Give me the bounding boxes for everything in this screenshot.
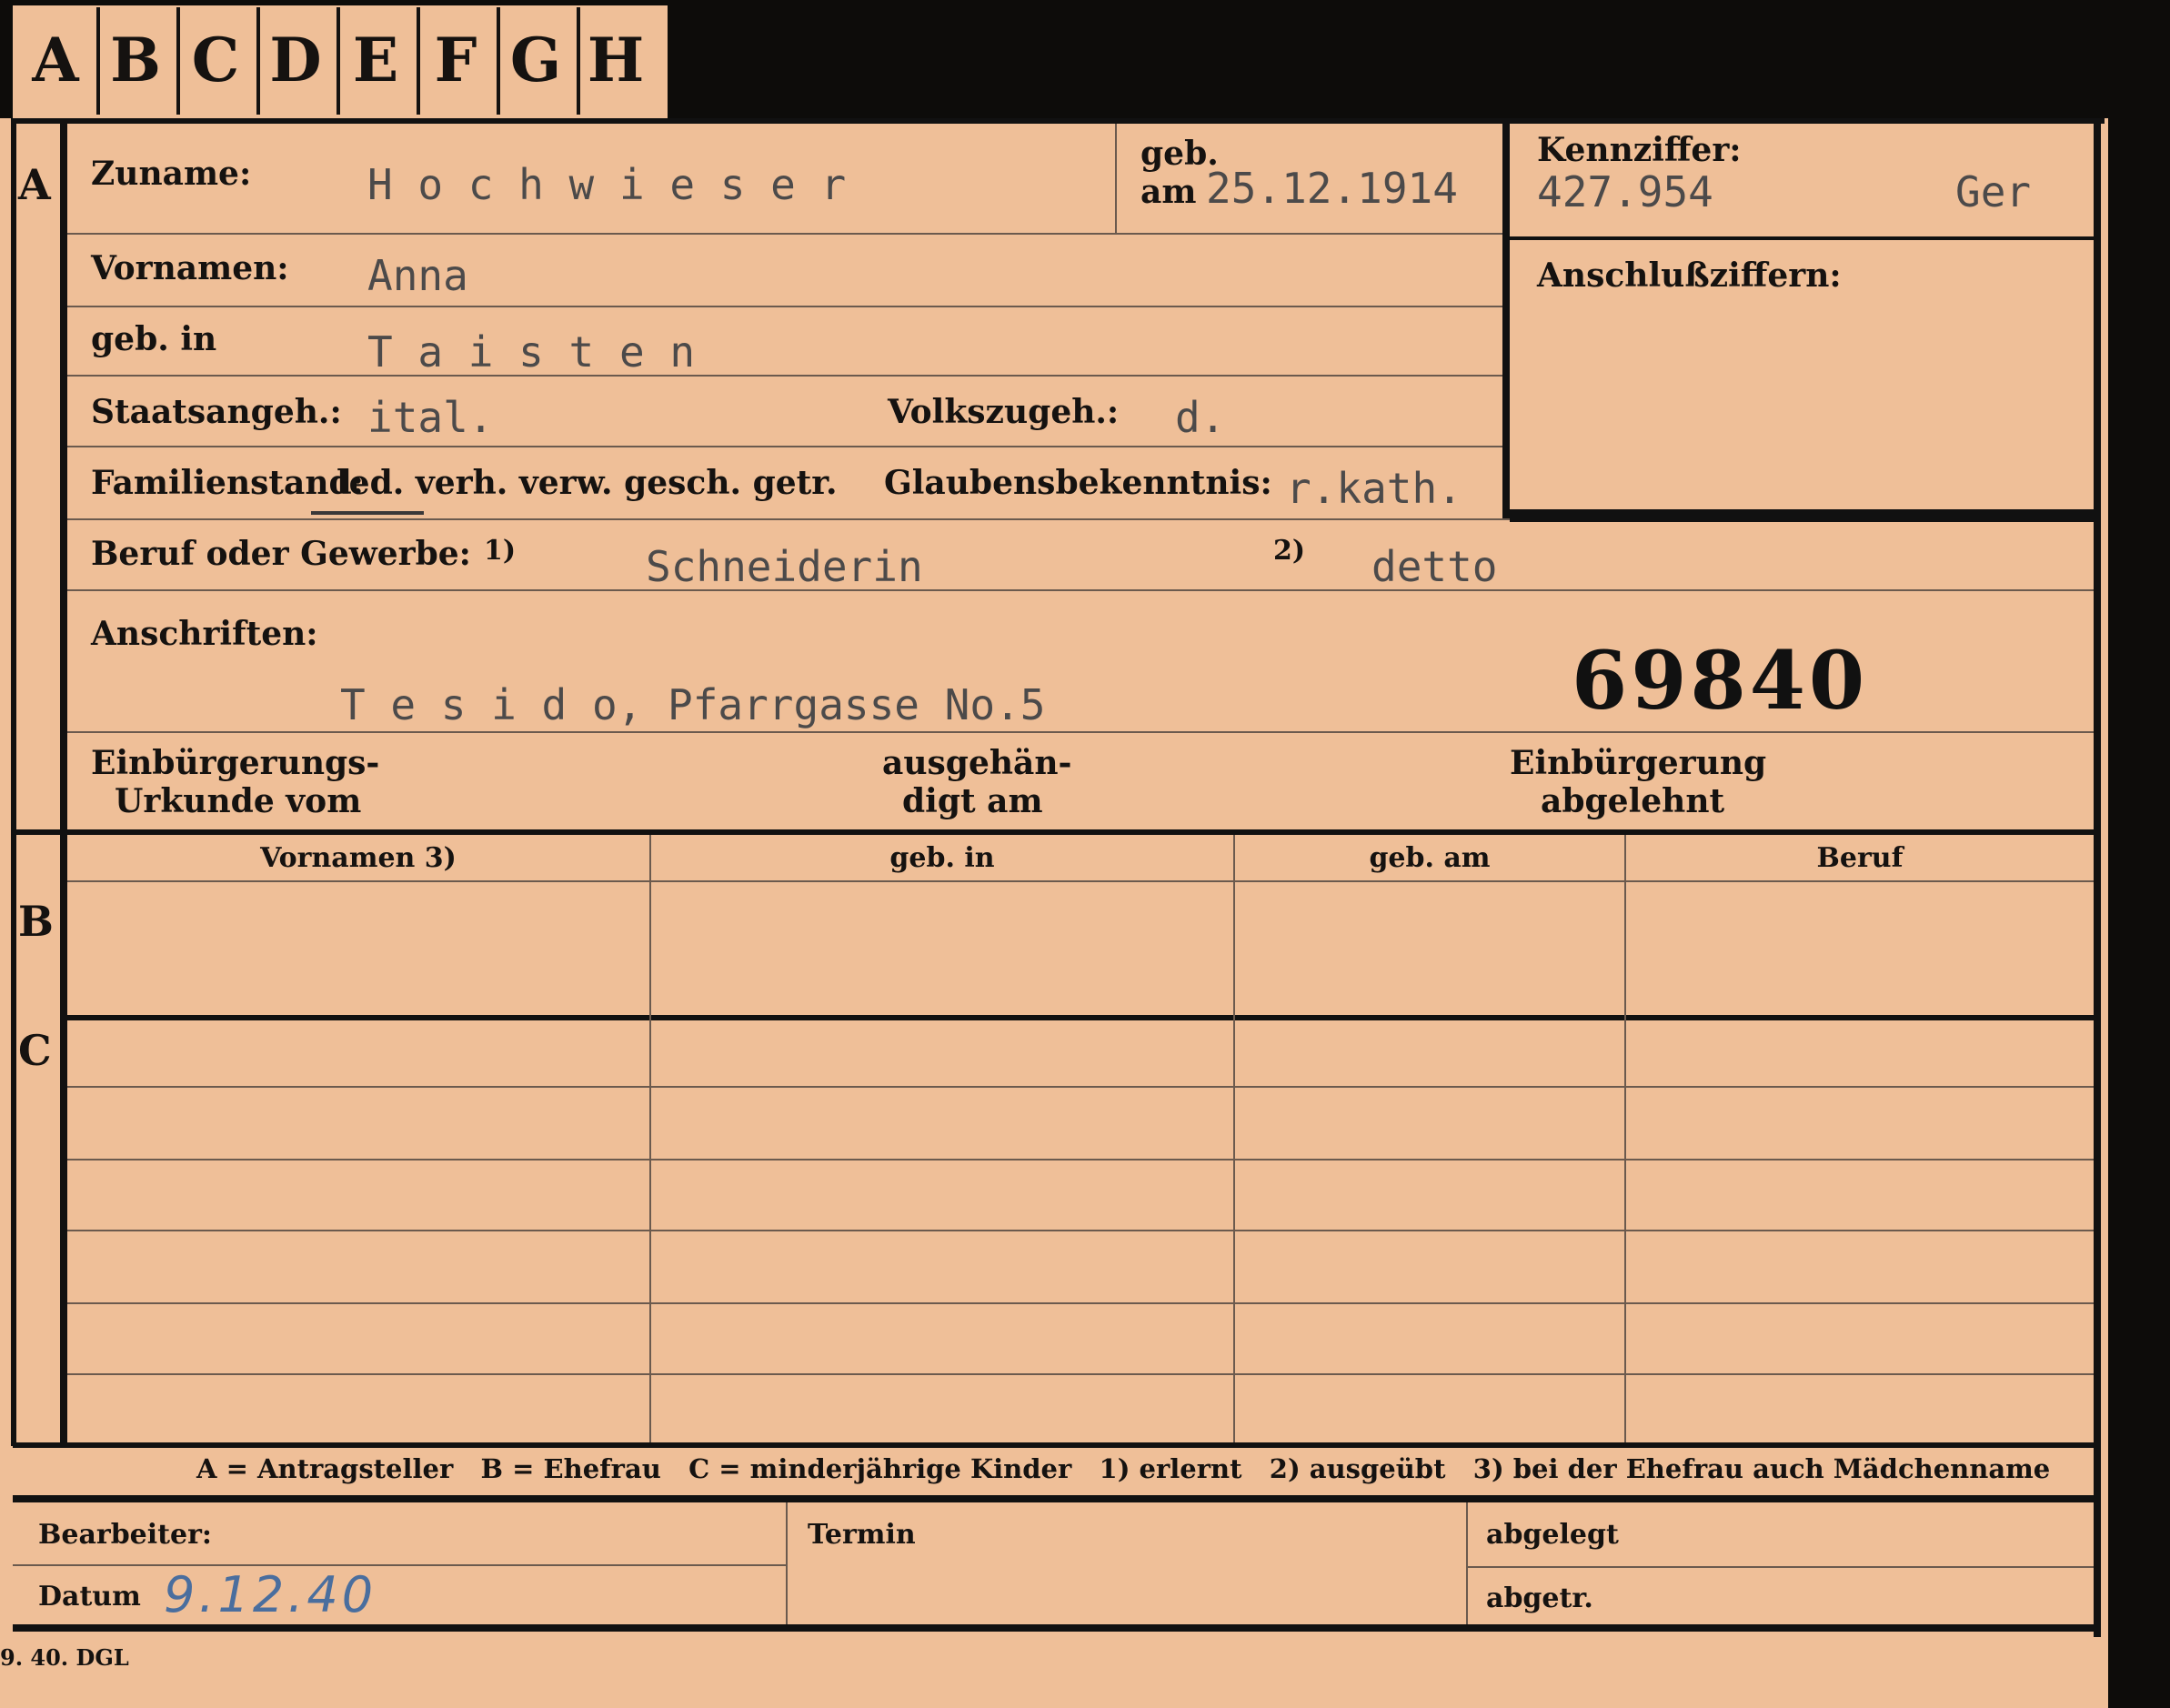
tab-divider <box>497 7 500 115</box>
row-divider <box>67 589 2094 591</box>
termin-label: Termin <box>808 1519 916 1551</box>
vornamen-value: Anna <box>367 251 468 300</box>
volkszugeh-value: d. <box>1175 393 1226 442</box>
beruf-label: Beruf oder Gewerbe: <box>91 535 471 573</box>
abgelegt-label: abgelegt <box>1486 1519 1619 1551</box>
ausgehaendigt-label-line2: digt am <box>902 782 1043 820</box>
geb-in-label: geb. in <box>91 320 217 358</box>
table-header-divider <box>67 880 2094 882</box>
row-divider <box>67 306 1502 307</box>
kennziffer-box-left-rule <box>1502 118 1510 518</box>
einbuergerung-abgelehnt-label-line1: Einbürgerung <box>1510 744 1767 782</box>
table-column-divider <box>1624 835 1626 1442</box>
footer-row-divider <box>13 1564 788 1566</box>
register-tab-d: D <box>269 25 322 95</box>
register-tab-g: G <box>509 25 562 95</box>
row-divider <box>67 233 1502 235</box>
ausgehaendigt-label-line1: ausgehän- <box>882 744 1072 782</box>
register-tab-b: B <box>110 25 161 95</box>
row-divider <box>67 446 1502 447</box>
tab-divider <box>96 7 100 115</box>
staatsangeh-value: ital. <box>367 393 494 442</box>
table-row-line <box>67 1230 2094 1231</box>
kennziffer-box-bottom-rule <box>1510 509 2101 522</box>
kennziffer-label: Kennziffer: <box>1537 131 1742 169</box>
abgetr-label: abgetr. <box>1486 1582 1593 1614</box>
volkszugeh-label: Volkszugeh.: <box>888 393 1120 431</box>
anschriften-label: Anschriften: <box>91 615 318 653</box>
table-row-line <box>67 1373 2094 1375</box>
card-number: 69840 <box>1572 633 1869 728</box>
table-header-beruf: Beruf <box>1816 842 1904 874</box>
einbuergerungs-urkunde-label-line1: Einbürgerungs- <box>91 744 380 782</box>
print-code: 9. 40. DGL <box>0 1644 129 1671</box>
tab-divider <box>256 7 260 115</box>
row-divider <box>67 731 2094 733</box>
tab-divider <box>577 7 580 115</box>
familienstand-selection-underline <box>311 511 424 515</box>
register-tab-e: E <box>352 25 399 95</box>
footer-top-rule <box>13 1495 2101 1502</box>
card-right-rule <box>2094 118 2101 1637</box>
anschlussziffern-label: Anschlußziffern: <box>1537 256 1842 295</box>
tab-divider <box>417 7 420 115</box>
datum-handwritten-value: 9.12.40 <box>164 1566 377 1623</box>
tab-divider <box>176 7 180 115</box>
beruf-ausgeuebt-value: detto <box>1371 542 1498 591</box>
table-header-geb-am: geb. am <box>1369 842 1491 874</box>
section-c-top-rule <box>60 1015 2101 1020</box>
table-header-vornamen: Vornamen 3) <box>260 842 457 874</box>
register-tab-a: A <box>32 25 79 95</box>
kennziffer-divider <box>1510 236 2101 240</box>
kennziffer-value: 427.954 <box>1537 167 1713 216</box>
tab-divider <box>337 7 340 115</box>
table-row-line <box>67 1086 2094 1088</box>
section-c-marker: C <box>18 1026 52 1075</box>
table-column-divider <box>649 835 651 1442</box>
footer-row-divider <box>1468 1566 2094 1568</box>
register-tab-h: H <box>587 25 645 95</box>
row-divider <box>67 375 1502 377</box>
card-left-rule <box>11 118 16 1446</box>
datum-label: Datum <box>38 1581 141 1613</box>
section-b-top-rule <box>13 829 2101 835</box>
legend-text: A = Antragsteller B = Ehefrau C = minder… <box>196 1453 2051 1484</box>
card-top-rule <box>13 118 2105 124</box>
table-row-line <box>67 1302 2094 1304</box>
bearbeiter-label: Bearbeiter: <box>38 1519 212 1551</box>
kennziffer-suffix: Ger <box>1955 167 2032 216</box>
zuname-label: Zuname: <box>91 155 252 193</box>
section-column-rule <box>60 118 67 1446</box>
beruf-erlernt-value: Schneiderin <box>646 542 923 591</box>
table-column-divider <box>1233 835 1235 1442</box>
footer-column-divider <box>1466 1502 1468 1624</box>
footer-column-divider <box>786 1502 788 1624</box>
staatsangeh-label: Staatsangeh.: <box>91 393 342 431</box>
einbuergerungs-urkunde-label-line2: Urkunde vom <box>115 782 362 820</box>
row-divider <box>67 518 1510 520</box>
zuname-value: H o c h w i e s e r <box>367 160 847 209</box>
section-b-marker: B <box>18 897 54 946</box>
table-header-geb-in: geb. in <box>889 842 995 874</box>
beruf-footnote-2: 2) <box>1273 535 1306 567</box>
legend-top-rule <box>13 1442 2101 1448</box>
anschriften-value: T e s i d o, Pfarrgasse No.5 <box>340 680 1046 729</box>
vornamen-label: Vornamen: <box>91 249 289 287</box>
glaubensbekenntnis-label: Glaubensbekenntnis: <box>884 464 1272 502</box>
table-row-line <box>67 1159 2094 1160</box>
card-bottom-rule <box>13 1624 2101 1632</box>
geb-am-divider <box>1115 124 1117 233</box>
section-a-marker: A <box>18 160 51 209</box>
familienstand-label: Familienstand: <box>91 464 364 502</box>
geb-in-value: T a i s t e n <box>367 327 696 377</box>
beruf-footnote-1: 1) <box>484 535 517 567</box>
geb-am-value: 25.12.1914 <box>1206 164 1458 213</box>
familienstand-options: led. verh. verw. gesch. getr. <box>337 464 838 502</box>
register-tab-c: C <box>191 25 240 95</box>
am-label: am <box>1140 173 1197 211</box>
register-tab-f: F <box>434 25 477 95</box>
einbuergerung-abgelehnt-label-line2: abgelehnt <box>1541 782 1725 820</box>
glaubensbekenntnis-value: r.kath. <box>1286 464 1462 513</box>
